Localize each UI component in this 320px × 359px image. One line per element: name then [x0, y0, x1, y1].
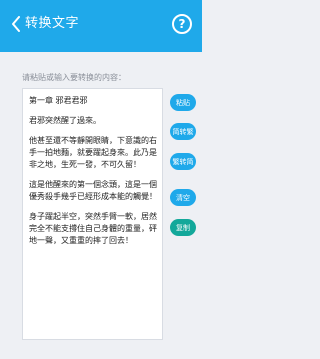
text-paragraph: 這是他醒來的第一個念頭，這是一個優秀殺手幾乎已經形成本能的觸覺！	[29, 180, 157, 201]
text-input-area[interactable]: 第一章 邪君君邪 君邪突然醒了過來。 他甚至還不等靜開眼睛，下意識的右手一拍地麵…	[22, 88, 163, 340]
question-mark-icon: ?	[178, 17, 186, 31]
back-button[interactable]	[8, 13, 24, 35]
input-prompt: 请粘贴或输入要转换的内容：	[22, 73, 126, 82]
clear-button[interactable]: 清空	[170, 189, 196, 206]
app-bar: 转换文字 ?	[0, 0, 202, 52]
page-title: 转换文字	[25, 16, 80, 31]
text-paragraph: 他甚至還不等靜開眼睛，下意識的右手一拍地麵，就要躍起身來。此乃是非之地，生死一發…	[29, 136, 157, 169]
traditional-to-simplified-button[interactable]: 繁转简	[170, 153, 196, 170]
help-button[interactable]: ?	[172, 14, 192, 34]
chevron-left-icon	[12, 16, 20, 32]
text-paragraph: 第一章 邪君君邪	[29, 96, 88, 105]
text-paragraph: 君邪突然醒了過來。	[29, 116, 101, 125]
text-paragraph: 身子躍起半空，突然手臂一軟，居然完全不能支撐住自己身體的重量，砰地一聲，又重重的…	[29, 212, 157, 245]
simplified-to-traditional-button[interactable]: 简转繁	[170, 123, 196, 140]
paste-button[interactable]: 粘贴	[170, 94, 196, 111]
copy-button[interactable]: 复制	[170, 219, 196, 236]
